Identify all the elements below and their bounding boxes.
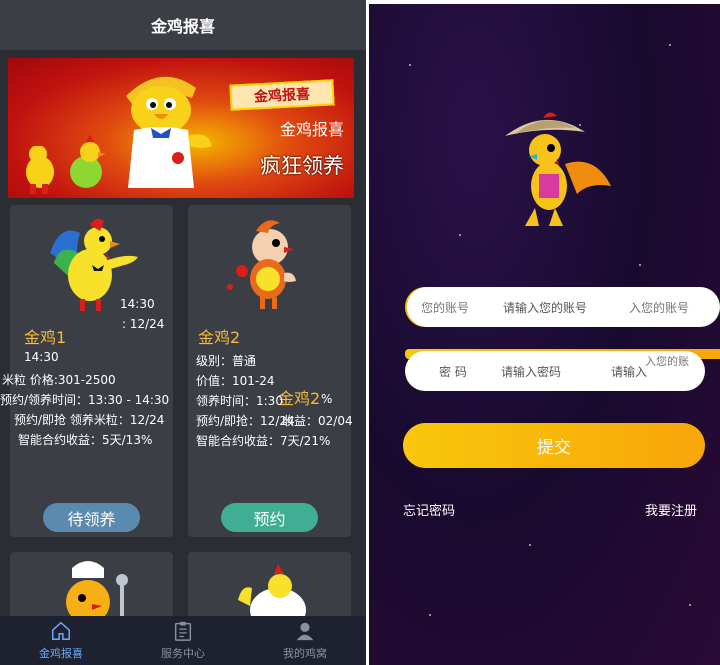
time-line: 领养时间：1:30: [196, 394, 283, 408]
nav-item-service[interactable]: 服务中心: [122, 616, 244, 665]
time-c: 14:30: [24, 350, 59, 364]
account-ghost-left: 您的账号: [421, 300, 470, 315]
banner-line1: 金鸡报喜: [279, 120, 344, 139]
yield-line: 智能合约收益：5天/13%: [18, 433, 153, 447]
forgot-password-link[interactable]: 忘记密码: [403, 500, 455, 519]
mascot-chef-icon: [126, 76, 212, 188]
product-name-overlay: 金鸡2: [278, 389, 321, 408]
chick-icon: [227, 220, 296, 309]
nav-item-home[interactable]: 金鸡报喜: [0, 616, 122, 665]
yield-line: 智能合约收益：7天/21%: [196, 434, 331, 448]
yield-date-line: 收益：02/04: [282, 414, 353, 428]
password-label: 密 码: [439, 364, 467, 379]
product-card[interactable]: 14:30 : 12/24 金鸡1 14:30 米粒 价格:301-2500 预…: [0, 205, 173, 537]
mascot-icon: [505, 112, 611, 226]
banner-line2: 疯狂领养: [260, 154, 344, 178]
reserve-line: 预约/即抢 领养米粒：12/24: [14, 413, 165, 427]
banner-tag: 金鸡报喜: [229, 79, 335, 111]
reserve-button[interactable]: 预约: [221, 503, 318, 532]
account-placeholder: 请输入您的账号: [503, 300, 588, 315]
small-rooster-icon: [70, 134, 106, 188]
time-b: : 12/24: [122, 317, 165, 331]
promo-banner[interactable]: 金鸡报喜 金鸡报喜 疯狂领养: [8, 58, 354, 198]
account-input[interactable]: 您的账号 请输入您的账号 入您的账号: [407, 287, 720, 327]
nav-label: 我的鸡窝: [283, 647, 327, 660]
clipboard-icon: [174, 621, 192, 641]
time-line: 预约/领养时间：13:30 - 14:30: [0, 393, 170, 407]
submit-button[interactable]: 提交: [403, 423, 705, 468]
register-link[interactable]: 我要注册: [645, 500, 697, 519]
password-tail: 请输入: [611, 364, 648, 379]
time-a: 14:30: [120, 297, 155, 311]
reserve-line: 预约/即抢：12/24: [196, 414, 295, 428]
nav-label: 服务中心: [161, 647, 205, 660]
product-name: 金鸡2: [198, 328, 241, 347]
password-ghost: 入您的账: [645, 355, 689, 368]
product-card[interactable]: 金鸡2 级别：普通 价值：101-24 金鸡2 领养时间：1:30 % 预约/即…: [188, 205, 353, 537]
pct-line: %: [321, 392, 333, 406]
value-line: 价值：101-24: [196, 374, 275, 388]
left-screen: 金鸡报喜 金鸡报喜 金鸡报喜 疯狂领养 14:30: 12/24 金鸡1 14…: [0, 0, 366, 665]
password-input[interactable]: 密 码 请输入密码 请输入 入您的账: [405, 351, 705, 391]
nav-item-nest[interactable]: 我的鸡窝: [244, 616, 366, 665]
account-ghost-right: 入您的账号: [629, 300, 690, 315]
small-chick-icon: [26, 139, 54, 194]
bottom-nav: 金鸡报喜 服务中心 我的鸡窝: [0, 616, 366, 665]
nav-label: 金鸡报喜: [39, 647, 83, 660]
level-line: 级别：普通: [196, 354, 257, 368]
adopt-button[interactable]: 待领养: [43, 503, 140, 532]
price-line: 米粒 价格:301-2500: [2, 373, 116, 387]
user-icon: [296, 622, 314, 641]
password-placeholder: 请输入密码: [501, 364, 562, 379]
login-screen: 您的账号 请输入您的账号 入您的账号 密 码 请输入密码 请输入 入您的账 提交…: [369, 4, 720, 665]
product-name: 金鸡1: [24, 328, 67, 347]
home-icon: [52, 621, 70, 640]
page-title: 金鸡报喜: [0, 0, 366, 50]
